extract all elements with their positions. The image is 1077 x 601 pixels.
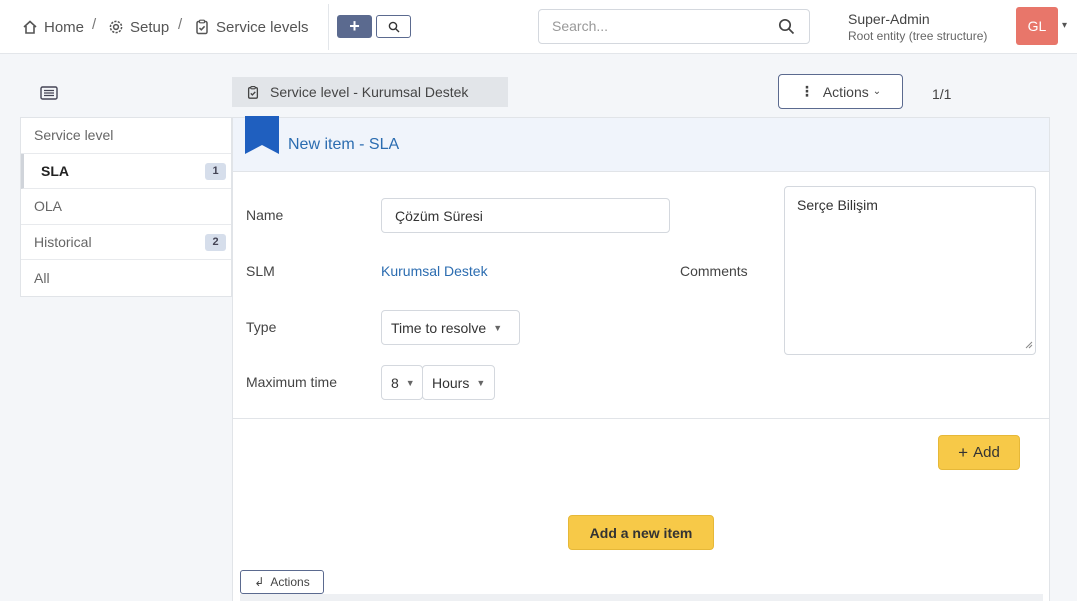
- search-button[interactable]: [376, 15, 411, 38]
- sidebar-menu: Service level SLA 1 OLA Historical 2 All: [20, 117, 232, 297]
- count-badge: 1: [205, 162, 226, 180]
- search-input[interactable]: [552, 18, 772, 34]
- form-header: New item - SLA: [233, 116, 1049, 172]
- sidebar-item-ola[interactable]: OLA: [21, 189, 231, 225]
- breadcrumb-setup-label: Setup: [130, 18, 170, 36]
- name-value: Çözüm Süresi: [395, 207, 483, 224]
- breadcrumb-home[interactable]: Home: [22, 0, 84, 54]
- gear-icon: [108, 19, 124, 35]
- sidebar-item-label: Service level: [34, 127, 114, 144]
- type-select[interactable]: Time to resolve ▼: [381, 310, 520, 345]
- header-divider: [328, 4, 329, 50]
- add-new-item-button[interactable]: Add a new item: [568, 515, 714, 550]
- avatar-initials: GL: [1027, 18, 1047, 34]
- resize-grip-icon[interactable]: [1025, 336, 1033, 352]
- breadcrumb-service-levels[interactable]: Service levels: [194, 0, 309, 54]
- slm-link[interactable]: Kurumsal Destek: [381, 263, 488, 279]
- sidebar-item-all[interactable]: All: [21, 260, 231, 296]
- comments-textarea[interactable]: Serçe Bilişim: [784, 186, 1036, 355]
- user-entity[interactable]: Root entity (tree structure): [848, 29, 987, 43]
- add-label: Add: [973, 444, 1000, 461]
- list-view-icon[interactable]: [40, 86, 58, 103]
- max-time-number-select[interactable]: 8 ▼: [381, 365, 423, 400]
- actions-label: Actions: [822, 83, 869, 100]
- max-time-label: Maximum time: [246, 374, 338, 390]
- sidebar-item-service-level[interactable]: Service level: [21, 118, 231, 154]
- form-divider: [233, 418, 1049, 419]
- chevron-down-icon: ⌄: [872, 86, 882, 97]
- max-time-unit-select[interactable]: Hours ▼: [422, 365, 495, 400]
- breadcrumb-setup[interactable]: Setup: [108, 0, 169, 54]
- form-title: New item - SLA: [288, 136, 400, 153]
- avatar[interactable]: GL: [1016, 7, 1058, 45]
- arrow-turn-icon: ↲: [254, 575, 265, 589]
- user-name[interactable]: Super-Admin: [848, 11, 930, 27]
- sidebar-item-label: Historical: [34, 233, 92, 250]
- add-new-item-label: Add a new item: [589, 524, 693, 541]
- type-label: Type: [246, 319, 277, 335]
- sidebar-item-label: All: [34, 269, 50, 286]
- top-bar: Home / Setup / Service levels + Super-Ad…: [0, 0, 1077, 54]
- add-button[interactable]: +: [337, 15, 372, 38]
- massive-actions-button[interactable]: ↲ Actions: [240, 570, 324, 594]
- sidebar-item-label: SLA: [41, 162, 69, 179]
- name-field[interactable]: Çözüm Süresi: [381, 198, 670, 233]
- home-icon: [22, 19, 38, 35]
- dropdown-caret-icon: ▼: [493, 322, 503, 333]
- sidebar-item-label: OLA: [34, 198, 63, 215]
- clipboard-check-icon: [194, 19, 210, 35]
- slm-label: SLM: [246, 263, 275, 279]
- name-label: Name: [246, 207, 284, 223]
- bookmark-icon: [245, 116, 279, 157]
- actions-dropdown-button[interactable]: ⋮ Actions ⌄: [778, 74, 903, 109]
- sidebar-item-historical[interactable]: Historical 2: [21, 225, 231, 260]
- add-button[interactable]: + Add: [938, 435, 1020, 470]
- kebab-icon: ⋮: [799, 83, 814, 99]
- dropdown-caret-icon: ▼: [405, 377, 415, 388]
- comments-value: Serçe Bilişim: [797, 197, 878, 213]
- breadcrumb-separator: /: [92, 16, 97, 33]
- breadcrumb-separator: /: [178, 16, 183, 33]
- small-actions-label: Actions: [270, 575, 310, 589]
- plus-icon: +: [349, 16, 360, 36]
- page-title-label: Service level - Kurumsal Destek: [270, 84, 469, 100]
- dropdown-caret-icon: ▼: [476, 377, 486, 388]
- sidebar-item-sla[interactable]: SLA 1: [21, 153, 231, 189]
- page-title: Service level - Kurumsal Destek: [232, 77, 508, 107]
- search-icon: [388, 21, 399, 32]
- plus-icon: +: [958, 442, 969, 462]
- search-icon[interactable]: [778, 18, 795, 38]
- type-value: Time to resolve: [391, 319, 487, 336]
- max-time-value: 8: [391, 374, 399, 391]
- clipboard-check-icon: [246, 85, 260, 100]
- max-time-unit: Hours: [432, 374, 470, 391]
- global-search[interactable]: [538, 9, 810, 44]
- form-panel: New item - SLA Name Çözüm Süresi SLM Kur…: [232, 116, 1050, 601]
- count-badge: 2: [205, 233, 226, 251]
- pager-count: 1/1: [932, 86, 952, 102]
- chevron-down-icon[interactable]: ▾: [1062, 20, 1067, 31]
- breadcrumb-home-label: Home: [44, 18, 85, 36]
- breadcrumb-service-levels-label: Service levels: [216, 18, 309, 36]
- comments-label: Comments: [680, 263, 748, 279]
- list-header-strip: [240, 594, 1043, 601]
